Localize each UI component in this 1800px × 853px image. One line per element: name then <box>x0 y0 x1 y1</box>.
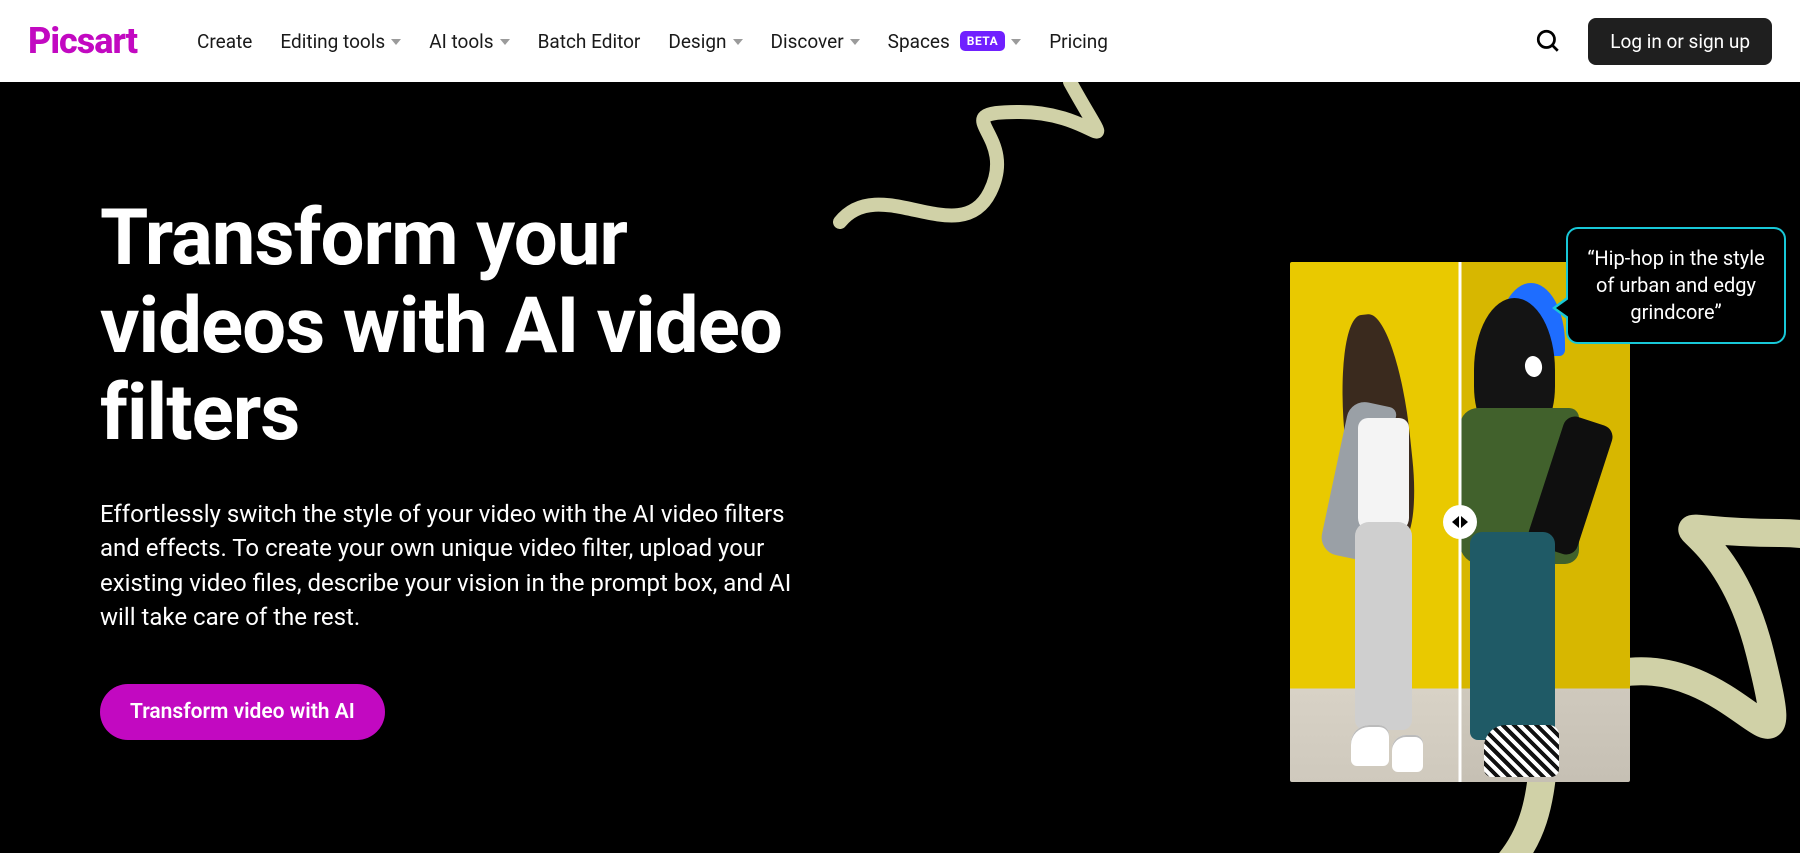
nav-label: Create <box>197 30 252 53</box>
figure-shoe <box>1351 725 1388 767</box>
transform-video-button[interactable]: Transform video with AI <box>100 684 385 740</box>
hero-copy: Transform your videos with AI video filt… <box>0 195 820 739</box>
chevron-down-icon <box>850 39 860 45</box>
hero-section: Transform your videos with AI video filt… <box>0 82 1800 853</box>
chalk-scribble-icon <box>820 82 1160 272</box>
beta-badge: BETA <box>960 31 1005 51</box>
chevron-down-icon <box>1011 39 1021 45</box>
nav-label: Pricing <box>1049 30 1108 53</box>
nav-label: Batch Editor <box>538 30 641 53</box>
nav-label: AI tools <box>429 30 493 53</box>
nav-discover[interactable]: Discover <box>771 30 860 53</box>
site-header: Picsart Create Editing tools AI tools Ba… <box>0 0 1800 82</box>
nav-spaces[interactable]: Spaces BETA <box>888 30 1022 53</box>
nav-label: Spaces <box>888 30 950 53</box>
nav-create[interactable]: Create <box>197 30 252 53</box>
figure-pants <box>1470 532 1555 740</box>
main-nav: Create Editing tools AI tools Batch Edit… <box>197 30 1108 53</box>
nav-pricing[interactable]: Pricing <box>1049 30 1108 53</box>
nav-label: Design <box>668 30 726 53</box>
slider-handle[interactable] <box>1443 505 1477 539</box>
chevron-down-icon <box>500 39 510 45</box>
nav-label: Discover <box>771 30 844 53</box>
figure-shoe <box>1392 735 1423 771</box>
figure-shoe <box>1484 725 1559 777</box>
hero-title: Transform your videos with AI video filt… <box>100 195 820 457</box>
figure-pants <box>1355 522 1413 730</box>
prompt-bubble: “Hip-hop in the style of urban and edgy … <box>1566 227 1786 344</box>
search-button[interactable] <box>1532 25 1564 57</box>
figure-torso <box>1358 418 1409 532</box>
nav-label: Editing tools <box>280 30 385 53</box>
search-icon <box>1535 28 1561 54</box>
chevron-down-icon <box>733 39 743 45</box>
nav-batch-editor[interactable]: Batch Editor <box>538 30 641 53</box>
nav-ai-tools[interactable]: AI tools <box>429 30 509 53</box>
login-button[interactable]: Log in or sign up <box>1588 18 1772 65</box>
chevron-down-icon <box>391 39 401 45</box>
before-image <box>1290 262 1460 782</box>
arrow-left-icon <box>1452 516 1459 528</box>
arrow-right-icon <box>1461 516 1468 528</box>
hero-description: Effortlessly switch the style of your vi… <box>100 497 800 633</box>
nav-design[interactable]: Design <box>668 30 742 53</box>
nav-editing-tools[interactable]: Editing tools <box>280 30 401 53</box>
brand-logo[interactable]: Picsart <box>28 20 137 62</box>
